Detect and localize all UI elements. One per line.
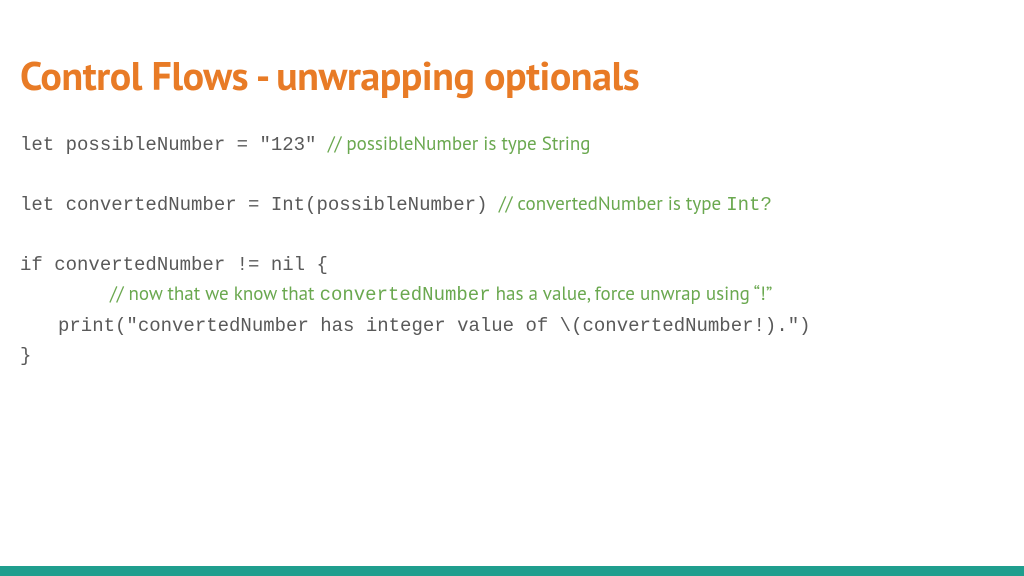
footer-accent-bar — [0, 566, 1024, 576]
code-text: let possibleNumber = "123" — [20, 134, 328, 156]
code-text: let convertedNumber = Int(possibleNumber… — [20, 194, 499, 216]
slide-title: Control Flows - unwrapping optionals — [20, 50, 1004, 102]
code-line-3: if convertedNumber != nil { — [20, 250, 1004, 280]
code-line-1: let possibleNumber = "123" // possibleNu… — [20, 130, 1004, 160]
code-comment: // convertedNumber is type — [499, 192, 726, 216]
code-comment-quote: “!” — [754, 282, 773, 306]
blank-line — [20, 160, 1004, 189]
code-comment: // possibleNumber is type String — [328, 132, 591, 156]
code-comment-mono: convertedNumber — [320, 284, 491, 306]
code-line-4: // now that we know that convertedNumber… — [20, 280, 1004, 310]
blank-line — [20, 220, 1004, 249]
code-comment: has a value, force unwrap using — [491, 282, 754, 306]
code-block: let possibleNumber = "123" // possibleNu… — [20, 130, 1004, 372]
code-comment-mono: Int? — [726, 194, 772, 216]
code-line-2: let convertedNumber = Int(possibleNumber… — [20, 190, 1004, 220]
code-text: } — [20, 345, 31, 367]
code-text: print("convertedNumber has integer value… — [58, 315, 811, 337]
code-text: if convertedNumber != nil { — [20, 254, 328, 276]
code-line-5: print("convertedNumber has integer value… — [20, 311, 1004, 341]
code-line-6: } — [20, 341, 1004, 371]
code-comment: // now that we know that — [110, 282, 320, 306]
slide: Control Flows - unwrapping optionals let… — [0, 0, 1024, 576]
